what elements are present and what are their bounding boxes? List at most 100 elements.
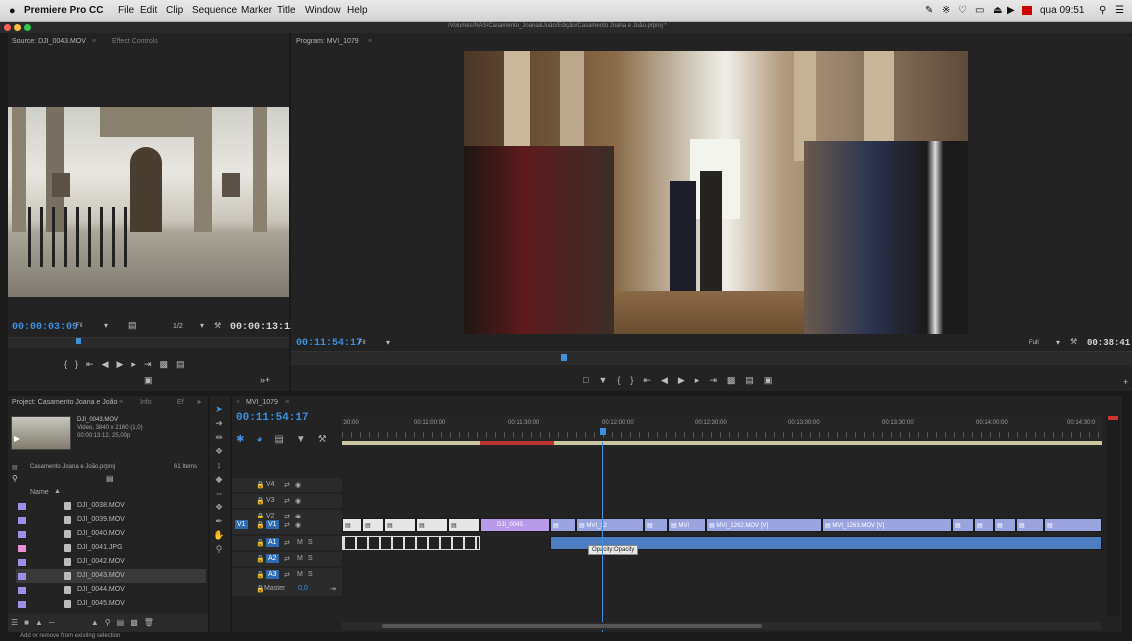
timeline-clip[interactable]: ▤ [644, 518, 668, 532]
sync-lock-icon[interactable]: ⇄ [284, 481, 290, 489]
mark-out-icon[interactable]: } [75, 359, 86, 369]
timeline-clip[interactable]: ▤ [362, 518, 384, 532]
list-item[interactable]: DJI_0044.MOV [16, 583, 206, 597]
timeline-clip[interactable]: ▤ [448, 518, 480, 532]
audio-clip-group[interactable] [342, 536, 480, 550]
lock-icon[interactable]: 🔒 [256, 497, 265, 505]
wifi-icon[interactable]: ♡ [958, 5, 967, 16]
overwrite-icon[interactable]: ▤ [176, 359, 193, 369]
insert-icon[interactable]: ▩ [160, 359, 177, 369]
program-play-icon[interactable]: ▶ [678, 375, 695, 385]
menu-help[interactable]: Help [347, 5, 368, 16]
program-fit-dropdown-icon[interactable]: ▾ [386, 338, 390, 347]
go-to-in-icon[interactable]: ⇤ [86, 359, 102, 369]
mute-button[interactable]: M [297, 539, 303, 546]
timeline-clip[interactable]: ▤ [974, 518, 994, 532]
source-time-ruler[interactable] [8, 337, 289, 348]
quality-dropdown-icon[interactable]: ▾ [1056, 338, 1060, 347]
lock-icon[interactable]: 🔒 [256, 571, 265, 579]
program-time-ruler[interactable] [291, 351, 1132, 365]
razor-tool-icon[interactable]: ◆ [213, 474, 225, 486]
timeline-clip[interactable]: ▤ [1016, 518, 1044, 532]
program-go-to-out-icon[interactable]: ⇥ [709, 375, 727, 385]
list-item[interactable]: DJI_0038.MOV [16, 499, 206, 513]
timeline-clip[interactable]: ▤ [1044, 518, 1102, 532]
eye-icon[interactable]: ◉ [295, 521, 301, 529]
marker-icon[interactable]: ▼ [296, 434, 318, 445]
timeline-clip[interactable]: ▤ MVI_12 [576, 518, 644, 532]
spotlight-icon[interactable]: ⚲ [1099, 5, 1106, 16]
lock-icon[interactable]: 🔒 [256, 521, 265, 529]
track-a1-header[interactable]: 🔒 A1 ⇄ M S [232, 536, 342, 550]
app-menu[interactable]: Premiere Pro CC [24, 5, 103, 16]
timeline-playhead-head[interactable] [600, 428, 606, 435]
snap-icon[interactable]: ✱ [236, 434, 256, 445]
list-item-selected[interactable]: DJI_0043.MOV [16, 569, 206, 583]
mute-button[interactable]: M [297, 555, 303, 562]
go-to-end-icon[interactable]: ⇥ [330, 585, 336, 593]
icon-view-icon[interactable]: ■ [24, 618, 35, 627]
source-scale-dropdown[interactable]: 1/2 [173, 323, 183, 330]
timeline-horizontal-scrollbar[interactable] [342, 622, 1102, 630]
timeline-clip[interactable]: DJI_0043. [480, 518, 550, 532]
minimize-window-button[interactable] [14, 24, 21, 31]
timeline-clip[interactable]: ▤ MVI_1263.MOV [V] [822, 518, 952, 532]
program-timecode[interactable]: 00:11:54:17 [296, 338, 362, 349]
creative-cloud-icon[interactable]: ✎ [925, 5, 933, 16]
zoom-slider-icon[interactable]: ▲─ [35, 618, 61, 627]
close-window-button[interactable] [4, 24, 11, 31]
step-back-icon[interactable]: ◀ [102, 359, 117, 369]
hand-tool-icon[interactable]: ✋ [213, 530, 225, 542]
tab-effect-controls[interactable]: Effect Controls [112, 38, 158, 45]
timeline-clip[interactable]: ▤ [384, 518, 416, 532]
program-mark-in-icon[interactable]: { [617, 375, 630, 385]
scroll-thumb[interactable] [382, 624, 762, 628]
find-icon[interactable]: ⚲ [105, 618, 117, 627]
rate-stretch-tool-icon[interactable]: ↕ [213, 460, 225, 472]
track-master-header[interactable]: 🔒 Master 0,0 ⇥ [232, 582, 342, 596]
source-transport-controls[interactable]: {}⇤◀▶▸⇥▩▤ [64, 359, 193, 370]
menu-window[interactable]: Window [305, 5, 341, 16]
menu-file[interactable]: File [118, 5, 134, 16]
mute-button[interactable]: M [297, 571, 303, 578]
airplay-icon[interactable]: ▭ [975, 5, 984, 16]
timeline-playhead-line[interactable] [602, 442, 603, 632]
safe-margins-icon[interactable]: ▤ [128, 320, 137, 331]
program-mark-out-icon[interactable]: } [630, 375, 643, 385]
source-fit-dropdown[interactable]: Fit [76, 323, 83, 329]
program-go-to-in-icon[interactable]: ⇤ [643, 375, 661, 385]
fit-dropdown-icon[interactable]: ▾ [104, 321, 108, 330]
program-step-back-icon[interactable]: ◀ [661, 375, 678, 385]
slide-tool-icon[interactable]: ❖ [213, 502, 225, 514]
eye-icon[interactable]: ◉ [295, 497, 301, 505]
mark-in-icon[interactable]: { [64, 359, 75, 369]
program-fit-dropdown[interactable]: Fit [359, 340, 366, 346]
program-step-forward-icon[interactable]: ▸ [695, 375, 710, 385]
timeline-clip[interactable]: ▤ [416, 518, 448, 532]
thumbnail-play-icon[interactable]: ▶ [14, 434, 20, 443]
sync-lock-icon[interactable]: ⇄ [284, 555, 290, 563]
program-quality-dropdown[interactable]: Full [1029, 340, 1039, 346]
panel-overflow-icon[interactable]: » [197, 399, 201, 406]
timeline-clip[interactable]: ▤ [952, 518, 974, 532]
sync-lock-icon[interactable]: ⇄ [284, 539, 290, 547]
notification-center-icon[interactable]: ☰ [1115, 5, 1124, 16]
track-v4-header[interactable]: 🔒 V4 ⇄ ◉ [232, 478, 342, 492]
clear-icon[interactable]: 🗑 [144, 618, 160, 627]
list-item[interactable]: DJI_0039.MOV [16, 513, 206, 527]
search-icon[interactable]: ⚲ [12, 474, 18, 483]
track-a3-header[interactable]: 🔒 A3 ⇄ M S [232, 568, 342, 582]
program-settings-wrench-icon[interactable]: ⚒ [1070, 337, 1077, 346]
scale-dropdown-icon[interactable]: ▾ [200, 321, 204, 330]
source-patch-v1[interactable]: V1 [235, 520, 248, 529]
source-timecode[interactable]: 00:00:03:09 [12, 322, 78, 333]
close-sequence-icon[interactable]: × [236, 399, 240, 406]
menu-title[interactable]: Title [277, 5, 296, 16]
play-icon[interactable]: ▶ [117, 359, 132, 369]
list-item[interactable]: DJI_0040.MOV [16, 527, 206, 541]
zoom-window-button[interactable] [24, 24, 31, 31]
timeline-clip[interactable]: ▤ [550, 518, 576, 532]
timeline-clip[interactable]: ▤ MVI [668, 518, 706, 532]
solo-button[interactable]: S [308, 539, 313, 546]
new-item-icon[interactable]: ▩ [130, 618, 144, 627]
